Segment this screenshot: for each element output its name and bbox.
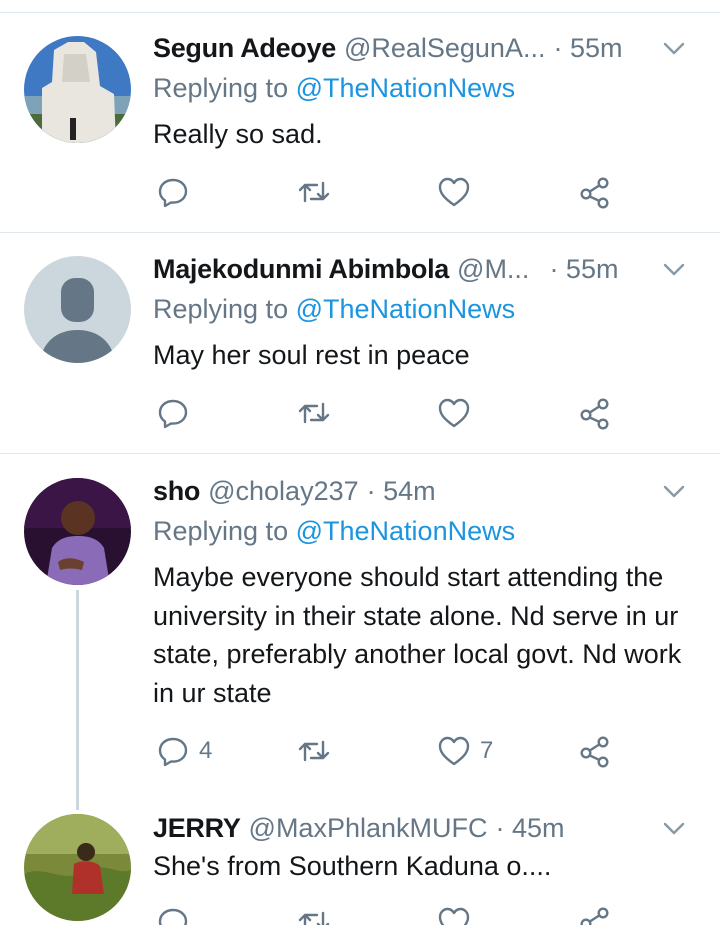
tweet-3[interactable]: sho @cholay237 · 54m Replying to @TheNat… (0, 454, 720, 794)
timestamp[interactable]: · 45m (495, 813, 564, 844)
tweet-actions (153, 904, 673, 925)
tweet-text: Maybe everyone should start attending th… (153, 562, 682, 708)
share-icon (580, 177, 609, 209)
retweet-icon (298, 740, 330, 762)
tweet-text: May her soul rest in peace (153, 340, 470, 370)
retweet-icon (298, 402, 330, 424)
chevron-down-icon[interactable] (658, 812, 690, 844)
avatar-segun[interactable] (24, 36, 131, 143)
user-handle[interactable]: @MaxPhlankMUFC (249, 813, 488, 844)
heart-icon (438, 907, 470, 925)
reply-button[interactable] (155, 174, 199, 210)
share-icon (580, 736, 609, 768)
tweet-1[interactable]: Segun Adeoye @RealSegunA... · 55m Replyi… (0, 0, 720, 232)
heart-icon (438, 736, 470, 766)
like-button[interactable] (436, 174, 480, 210)
heart-icon (438, 177, 470, 207)
reply-icon (158, 178, 188, 208)
user-name[interactable]: JERRY (153, 813, 241, 844)
tweet-4[interactable]: JERRY @MaxPhlankMUFC · 45m She's from So… (0, 794, 720, 925)
tweet-header: JERRY @MaxPhlankMUFC · 45m (153, 810, 696, 846)
reply-button[interactable]: 4 (155, 733, 212, 769)
chevron-down-icon[interactable] (658, 32, 690, 64)
tweet-text: She's from Southern Kaduna o.... (153, 851, 552, 881)
reply-icon (158, 737, 188, 767)
share-icon (580, 907, 609, 925)
retweet-button[interactable] (296, 904, 332, 925)
avatar-jerry[interactable] (24, 814, 131, 921)
tweet-actions (153, 395, 673, 431)
user-name[interactable]: Majekodunmi Abimbola (153, 254, 449, 285)
replying-to: Replying to @TheNationNews (153, 294, 515, 325)
user-handle[interactable]: @M... (457, 254, 529, 285)
tweet-header: sho @cholay237 · 54m (153, 473, 696, 509)
reply-count: 4 (199, 737, 213, 764)
timestamp[interactable]: · 55m (553, 33, 622, 64)
tweet-header: Majekodunmi Abimbola @M... · 55m (153, 251, 696, 287)
replying-to-label: Replying to (153, 516, 289, 546)
tweet-actions (153, 174, 673, 210)
retweet-button[interactable] (296, 395, 340, 431)
reply-button[interactable] (155, 904, 191, 925)
timestamp[interactable]: · 54m (367, 476, 436, 507)
reply-icon (158, 908, 188, 925)
share-button[interactable] (577, 174, 613, 210)
retweet-icon (298, 181, 330, 203)
chevron-down-icon[interactable] (658, 475, 690, 507)
user-handle[interactable]: @cholay237 (208, 476, 359, 507)
retweet-icon (298, 911, 330, 925)
user-name[interactable]: Segun Adeoye (153, 33, 336, 64)
share-button[interactable] (577, 733, 613, 769)
retweet-button[interactable] (296, 733, 340, 769)
tweet-text: Really so sad. (153, 119, 323, 149)
chevron-down-icon[interactable] (658, 253, 690, 285)
timestamp[interactable]: · 55m (549, 254, 618, 285)
user-handle[interactable]: @RealSegunA... (344, 33, 546, 64)
tweet-actions: 4 7 (153, 733, 673, 769)
replying-to: Replying to @TheNationNews (153, 73, 515, 104)
replying-to-label: Replying to (153, 294, 289, 324)
mention-link[interactable]: @TheNationNews (296, 516, 516, 546)
reply-button[interactable] (155, 395, 199, 431)
heart-icon (438, 398, 470, 428)
like-button[interactable]: 7 (436, 733, 493, 769)
avatar-sho[interactable] (24, 478, 131, 585)
mention-link[interactable]: @TheNationNews (296, 73, 516, 103)
tweet-2[interactable]: Majekodunmi Abimbola @M... · 55m Replyin… (0, 233, 720, 453)
mention-link[interactable]: @TheNationNews (296, 294, 516, 324)
retweet-button[interactable] (296, 174, 340, 210)
share-icon (580, 398, 609, 430)
like-button[interactable] (436, 904, 472, 925)
avatar-default[interactable] (24, 256, 131, 363)
replying-to: Replying to @TheNationNews (153, 516, 515, 547)
reply-icon (158, 399, 188, 429)
user-name[interactable]: sho (153, 476, 200, 507)
like-count: 7 (480, 737, 494, 764)
share-button[interactable] (577, 395, 613, 431)
tweet-header: Segun Adeoye @RealSegunA... · 55m (153, 30, 696, 66)
replying-to-label: Replying to (153, 73, 289, 103)
share-button[interactable] (577, 904, 613, 925)
like-button[interactable] (436, 395, 480, 431)
